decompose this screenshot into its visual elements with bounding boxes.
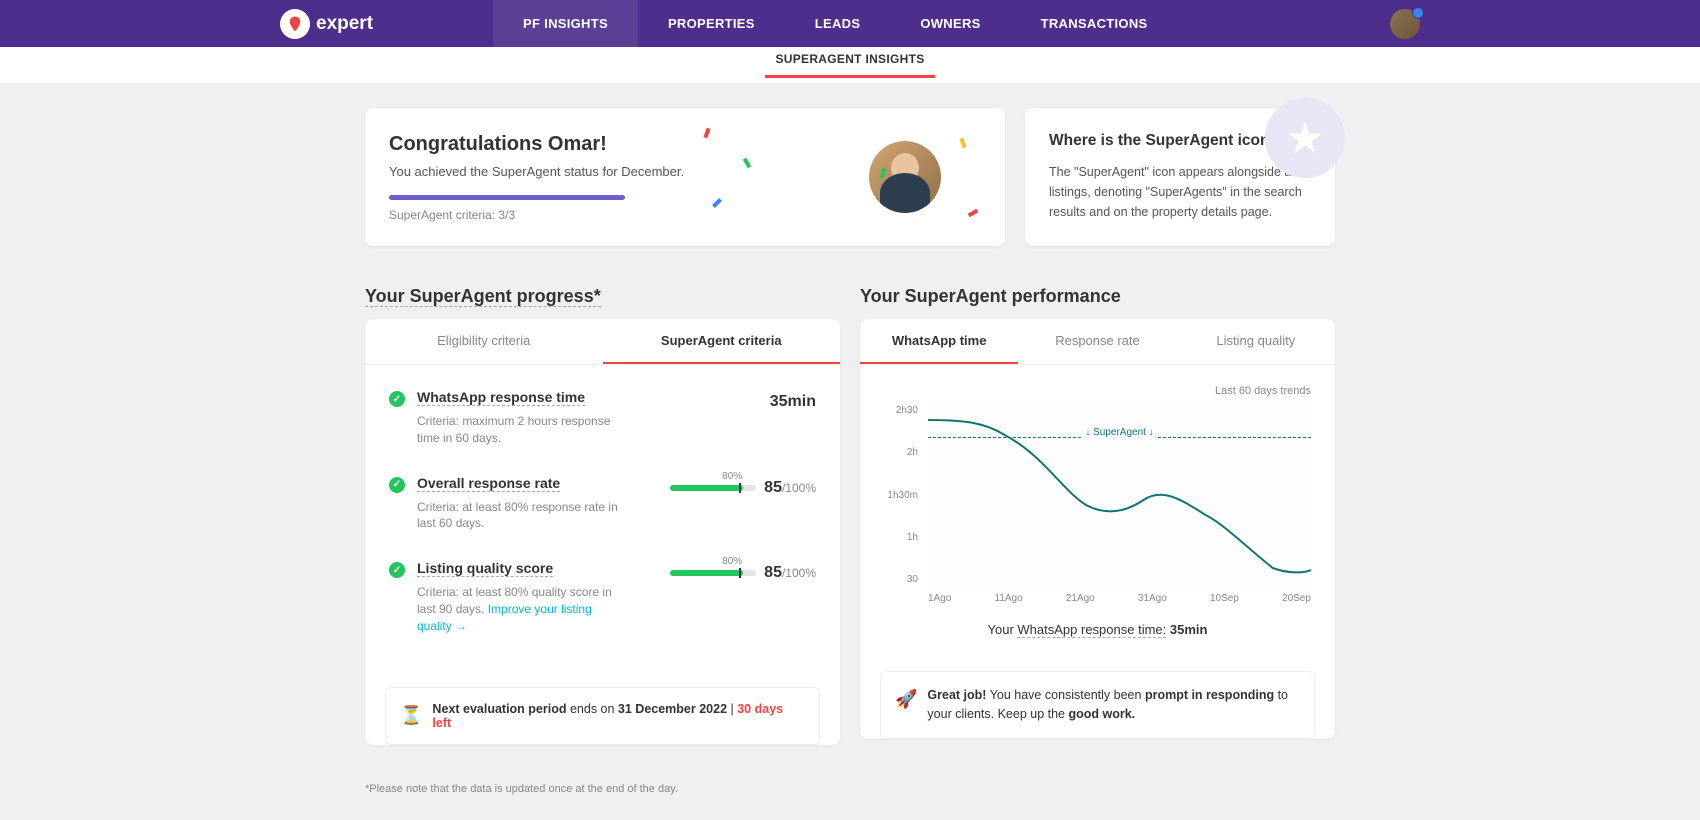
info-body: The "SuperAgent" icon appears alongside … xyxy=(1049,162,1311,222)
chart-legend: ↓ SuperAgent ↓ xyxy=(1081,427,1157,438)
criteria-desc: Criteria: at least 80% quality score in … xyxy=(417,584,627,634)
criteria-value: 85 xyxy=(764,479,782,496)
tab-whatsapp-time[interactable]: WhatsApp time xyxy=(860,319,1018,364)
performance-tabs: WhatsApp time Response rate Listing qual… xyxy=(860,319,1335,365)
main-header: expert PF INSIGHTS PROPERTIES LEADS OWNE… xyxy=(0,0,1700,47)
performance-chart: 2h30 2h 1h30m 1h 30 ↓ SuperAgent ↓ xyxy=(884,405,1311,585)
hourglass-icon: ⏳ xyxy=(400,705,422,726)
criteria-response-rate: Overall response rate Criteria: at least… xyxy=(389,475,816,533)
check-icon xyxy=(389,477,405,493)
brand-logo[interactable]: expert xyxy=(280,9,373,39)
chart-x-axis: 1Ago 11Ago 21Ago 31Ago 10Sep 20Sep xyxy=(928,593,1311,604)
criteria-value: 85 xyxy=(764,564,782,581)
criteria-count: SuperAgent criteria: 3/3 xyxy=(389,208,684,222)
criteria-bar xyxy=(670,485,756,491)
criteria-name: WhatsApp response time xyxy=(417,389,585,406)
logo-text: expert xyxy=(316,13,373,35)
logo-icon xyxy=(280,9,310,39)
criteria-progress-bar xyxy=(389,195,625,200)
progress-tabs: Eligibility criteria SuperAgent criteria xyxy=(365,319,840,365)
criteria-name: Overall response rate xyxy=(417,475,560,492)
congrats-title: Congratulations Omar! xyxy=(389,133,684,156)
nav-transactions[interactable]: TRANSACTIONS xyxy=(1011,0,1178,47)
star-badge-icon xyxy=(1265,98,1345,178)
nav-owners[interactable]: OWNERS xyxy=(890,0,1010,47)
criteria-listing-quality: Listing quality score Criteria: at least… xyxy=(389,560,816,634)
user-avatar[interactable] xyxy=(1390,9,1420,39)
criteria-name: Listing quality score xyxy=(417,560,553,577)
chart-note: Last 60 days trends xyxy=(884,385,1311,397)
chart-summary: Your WhatsApp response time: 35min xyxy=(884,622,1311,637)
progress-title: Your SuperAgent progress* xyxy=(365,286,840,307)
criteria-desc: Criteria: at least 80% response rate in … xyxy=(417,499,627,533)
subheader: SUPERAGENT INSIGHTS xyxy=(0,47,1700,83)
evaluation-notice: ⏳ Next evaluation period ends on 31 Dece… xyxy=(385,687,820,745)
congrats-card: Congratulations Omar! You achieved the S… xyxy=(365,108,1005,246)
avatar-badge-icon xyxy=(1412,7,1424,19)
criteria-bar xyxy=(670,570,756,576)
tab-response-rate[interactable]: Response rate xyxy=(1018,319,1176,364)
performance-section: Your SuperAgent performance WhatsApp tim… xyxy=(860,286,1335,765)
tab-listing-quality[interactable]: Listing quality xyxy=(1177,319,1335,364)
bar-threshold-label: 80% xyxy=(722,471,742,482)
tab-superagent-insights[interactable]: SUPERAGENT INSIGHTS xyxy=(765,52,934,78)
nav-properties[interactable]: PROPERTIES xyxy=(638,0,785,47)
nav-pf-insights[interactable]: PF INSIGHTS xyxy=(493,0,638,47)
performance-title: Your SuperAgent performance xyxy=(860,286,1335,307)
tab-eligibility[interactable]: Eligibility criteria xyxy=(365,319,603,364)
bar-threshold-label: 80% xyxy=(722,556,742,567)
congrats-subtitle: You achieved the SuperAgent status for D… xyxy=(389,164,684,179)
main-nav: PF INSIGHTS PROPERTIES LEADS OWNERS TRAN… xyxy=(493,0,1177,47)
criteria-value: 35min xyxy=(770,393,816,411)
nav-leads[interactable]: LEADS xyxy=(785,0,891,47)
check-icon xyxy=(389,391,405,407)
rocket-icon: 🚀 xyxy=(895,686,917,724)
check-icon xyxy=(389,562,405,578)
feedback-message: 🚀 Great job! You have consistently been … xyxy=(880,671,1315,739)
footnote: *Please note that the data is updated on… xyxy=(365,783,1335,795)
criteria-desc: Criteria: maximum 2 hours response time … xyxy=(417,413,627,447)
tab-superagent-criteria[interactable]: SuperAgent criteria xyxy=(603,319,841,364)
progress-section: Your SuperAgent progress* Eligibility cr… xyxy=(365,286,840,765)
info-card: Where is the SuperAgent icon? The "Super… xyxy=(1025,108,1335,246)
criteria-whatsapp-time: WhatsApp response time Criteria: maximum… xyxy=(389,389,816,447)
